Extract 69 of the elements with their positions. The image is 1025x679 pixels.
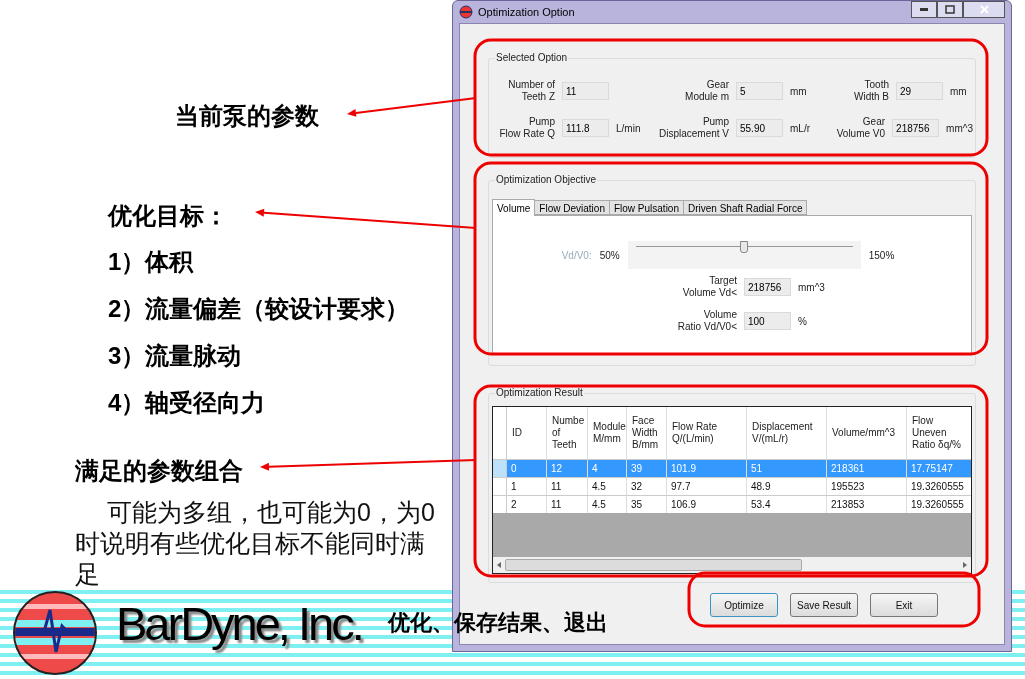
unit-label: mL/r xyxy=(790,121,810,136)
tab[interactable]: Driven Shaft Radial Force xyxy=(684,200,808,215)
annotation-heading: 当前泵的参数 xyxy=(175,101,319,131)
annotation-item: 2）流量偏差（较设计要求） xyxy=(108,294,410,324)
table-cell: 2 xyxy=(507,496,547,513)
field-label: Pump Displacement V xyxy=(657,116,729,140)
dialog-button[interactable]: Optimize xyxy=(710,593,778,617)
scroll-right-icon[interactable] xyxy=(961,561,969,569)
text-field[interactable]: 5 xyxy=(736,82,783,100)
tab[interactable]: Flow Deviation xyxy=(535,200,610,215)
minimize-icon xyxy=(920,8,928,11)
annotation-heading: 满足的参数组合 xyxy=(75,456,243,486)
text-field[interactable]: 111.8 xyxy=(562,119,609,137)
annotation-item: 1）体积 xyxy=(108,247,194,277)
text-field[interactable]: 29 xyxy=(896,82,943,100)
window-title: Optimization Option xyxy=(478,4,575,20)
unit-label: % xyxy=(798,314,807,329)
maximize-button[interactable] xyxy=(937,1,963,18)
table-row[interactable]: 2 11 4.5 35 106.9 53.4 213853 19.3260555 xyxy=(493,495,971,513)
table-cell: 213853 xyxy=(827,496,907,513)
slider-min-label: 50% xyxy=(599,248,620,263)
tab[interactable]: Flow Pulsation xyxy=(609,200,684,215)
table-row[interactable]: 1 11 4.5 32 97.7 48.9 195523 19.3260555 xyxy=(493,477,971,495)
slider-thumb[interactable] xyxy=(740,241,749,253)
unit-label: L/min xyxy=(616,121,641,136)
unit-label: mm^3 xyxy=(798,280,825,295)
table-cell: 19.3260555 xyxy=(907,496,971,513)
text-field[interactable]: 55.90 xyxy=(736,119,783,137)
unit-label: mm^3 xyxy=(946,121,973,136)
unit-label: mm xyxy=(790,84,807,99)
group-title: Optimization Objective xyxy=(495,174,598,186)
text-field[interactable]: 100 xyxy=(744,312,791,330)
table-cell: 11 xyxy=(547,496,588,513)
group-title: Selected Option xyxy=(495,52,569,64)
annotation-item: 4）轴受径向力 xyxy=(108,388,266,418)
field-label: Number of Teeth Z xyxy=(507,79,555,103)
table-cell: 53.4 xyxy=(747,496,827,513)
text-field[interactable]: 218756 xyxy=(744,278,791,296)
field-label: Tooth Width B xyxy=(853,79,889,103)
field-label: Target Volume Vd< xyxy=(681,275,737,299)
slider-max-label: 150% xyxy=(868,248,895,263)
dialog-button[interactable]: Save Result xyxy=(790,593,858,617)
table-cell: 106.9 xyxy=(667,496,747,513)
scroll-left-icon[interactable] xyxy=(495,561,503,569)
field-label: Gear Module m xyxy=(684,79,729,103)
close-icon xyxy=(979,5,989,14)
table-cell: 35 xyxy=(627,496,667,513)
minimize-button[interactable] xyxy=(911,1,937,18)
field-label: Pump Flow Rate Q xyxy=(498,116,555,140)
annotation-note: 可能为多组，也可能为0，为0时说明有些优化目标不能同时满足 xyxy=(75,497,435,590)
text-field[interactable]: 218756 xyxy=(892,119,940,137)
slider[interactable] xyxy=(627,241,861,269)
close-button[interactable] xyxy=(963,1,1005,18)
horizontal-scrollbar[interactable] xyxy=(493,557,971,573)
logo-text: BarDyne, Inc. xyxy=(116,596,362,652)
unit-label: mm xyxy=(950,84,967,99)
slider-label: Vd/V0: xyxy=(561,248,592,263)
tab[interactable]: Volume xyxy=(492,199,536,216)
app-icon xyxy=(459,5,473,19)
caption: 优化、保存结果、退出 xyxy=(388,609,608,637)
annotation-heading: 优化目标： xyxy=(108,201,228,231)
text-field[interactable]: 11 xyxy=(562,82,609,100)
field-label: Volume Ratio Vd/V0< xyxy=(676,309,737,333)
maximize-icon xyxy=(945,5,955,14)
annotation-item: 3）流量脉动 xyxy=(108,341,242,371)
field-label: Gear Volume V0 xyxy=(835,116,886,140)
dialog-button[interactable]: Exit xyxy=(870,593,938,617)
table-cell: 4.5 xyxy=(588,496,627,513)
globe-logo-icon xyxy=(10,590,100,676)
